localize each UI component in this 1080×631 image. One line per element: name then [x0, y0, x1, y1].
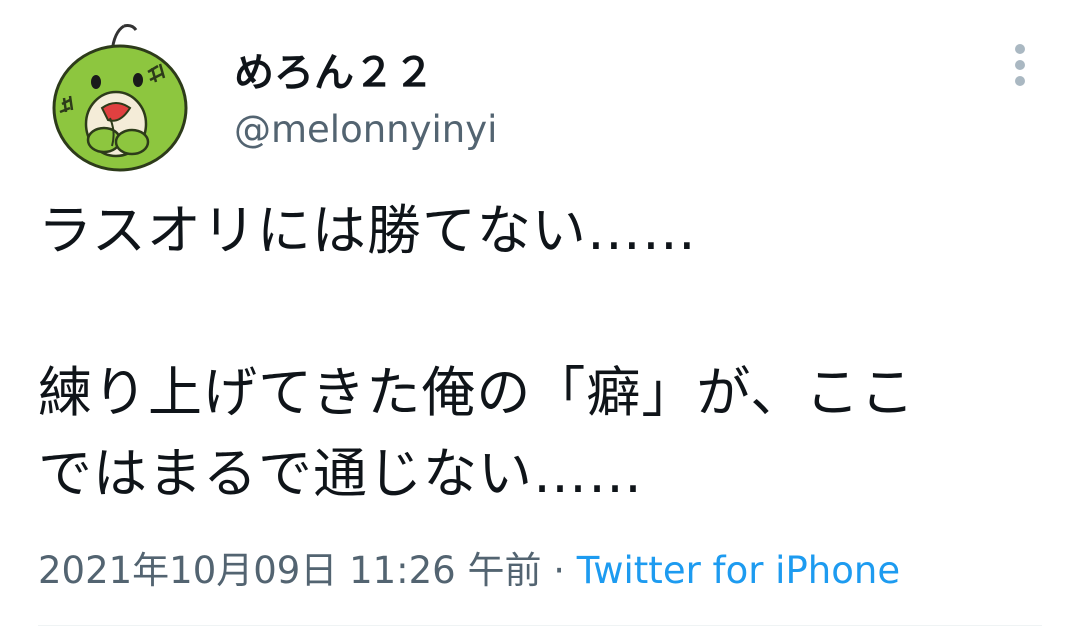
meta-separator: ·: [541, 549, 577, 592]
melon-character-avatar-icon: [40, 22, 196, 178]
tweet-text-line: 練り上げてきた俺の「癖」が、ここ: [38, 361, 916, 424]
divider: [38, 625, 1042, 626]
user-handle[interactable]: @melonnyinyi: [234, 108, 497, 151]
tweet-detail: めろん２２ @melonnyinyi ラスオリには勝てない…… 練り上げてきた俺…: [0, 0, 1080, 631]
tweet-text-line: ラスオリには勝てない……: [38, 199, 697, 262]
display-name[interactable]: めろん２２: [234, 40, 434, 98]
more-dot: [1015, 76, 1025, 86]
tweet-meta: 2021年10月09日 11:26 午前 · Twitter for iPhon…: [38, 540, 900, 594]
tweet-source-link[interactable]: Twitter for iPhone: [577, 549, 900, 592]
more-dot: [1015, 60, 1025, 70]
avatar[interactable]: [40, 22, 196, 178]
tweet-text: ラスオリには勝てない…… 練り上げてきた俺の「癖」が、ここ ではまるで通じない……: [38, 190, 1048, 514]
tweet-text-line: [38, 271, 1048, 352]
tweet-text-line: ではまるで通じない……: [38, 442, 643, 505]
more-vertical-icon[interactable]: [998, 40, 1042, 90]
tweet-timestamp[interactable]: 2021年10月09日 11:26 午前: [38, 549, 541, 592]
more-dot: [1015, 44, 1025, 54]
